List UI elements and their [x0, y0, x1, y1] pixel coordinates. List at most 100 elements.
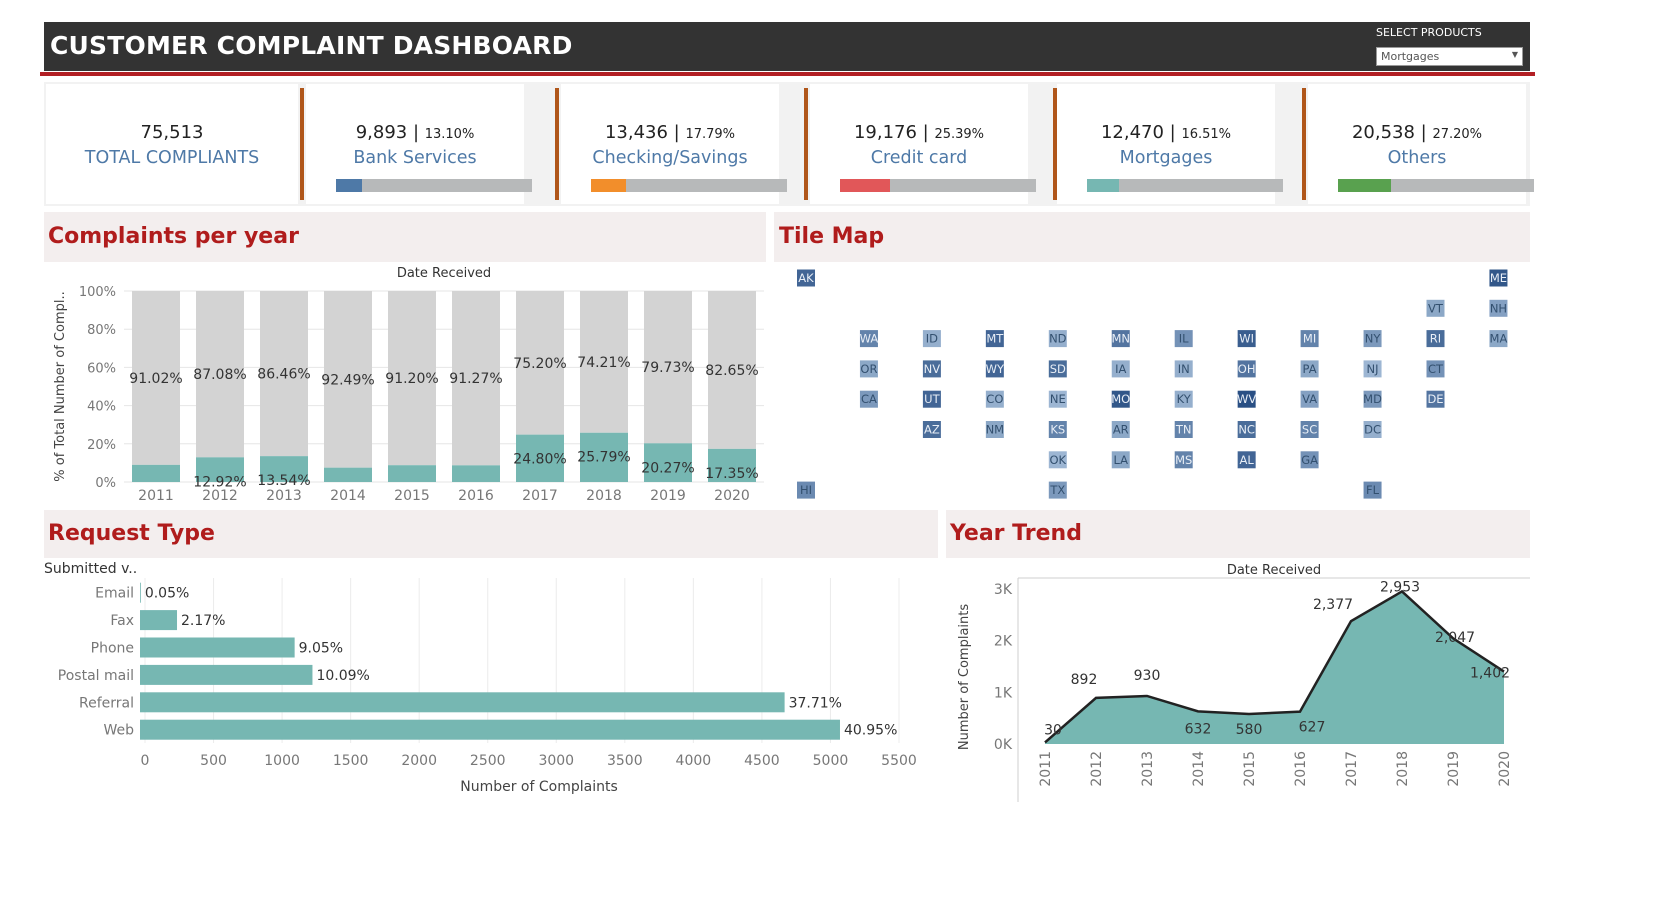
data-label: 2,047 [1435, 630, 1475, 646]
state-label: TX [1049, 483, 1065, 497]
kpi-separator [555, 88, 559, 200]
complaints-per-year-chart: Date Received % of Total Number of Compl.… [44, 262, 766, 506]
kpi-share-bar [591, 179, 787, 192]
kpi-count: 20,538 [1351, 122, 1415, 143]
x-tick-label: 2016 [458, 488, 494, 504]
kpi-percent: 17.79% [685, 127, 736, 142]
y-tick-label: 0% [95, 476, 116, 491]
state-label: TN [1175, 423, 1192, 437]
x-tick-label: 2000 [401, 753, 437, 769]
state-label: OK [1050, 453, 1067, 467]
dashboard-title: CUSTOMER COMPLAINT DASHBOARD [50, 31, 573, 60]
state-label: MI [1303, 332, 1316, 346]
data-label: 92.49% [321, 372, 374, 388]
category-label: Email [95, 586, 134, 602]
data-label: 2.17% [181, 613, 225, 629]
data-label: 20.27% [641, 460, 694, 476]
kpi-count: 9,893 [355, 122, 408, 143]
kpi-card: 20,538 | 27.20% Others [1308, 84, 1534, 204]
bar-segment-bottom [324, 467, 372, 482]
kpi-label: Checking/Savings [592, 148, 748, 168]
data-label: 627 [1299, 720, 1326, 736]
state-label: FL [1366, 483, 1380, 497]
x-tick-label: 2017 [1344, 751, 1360, 787]
kpi-total-value: 75,513 [140, 122, 204, 143]
state-label: MT [986, 332, 1004, 346]
data-label: 17.35% [705, 466, 758, 482]
state-label: DE [1427, 392, 1443, 406]
x-tick-label: 4500 [744, 753, 780, 769]
kpi-value: 19,176 | 25.39% [853, 122, 985, 143]
state-label: KY [1177, 392, 1192, 406]
kpi-count: 13,436 [604, 122, 668, 143]
y-tick-label: 40% [87, 400, 116, 415]
state-label: WA [860, 332, 879, 346]
kpi-separator [804, 88, 808, 200]
kpi-label: Bank Services [353, 148, 477, 168]
data-label: 10.09% [316, 668, 369, 684]
state-label: IN [1178, 362, 1190, 376]
product-select-value: Mortgages [1381, 50, 1440, 63]
data-label: 30 [1044, 722, 1062, 738]
year-trend-title: Year Trend [950, 521, 1082, 546]
data-label: 74.21% [577, 355, 630, 371]
x-tick-label: 2014 [1191, 751, 1207, 787]
x-tick-label: 2015 [1242, 751, 1258, 787]
state-label: NJ [1367, 362, 1379, 376]
state-label: KS [1050, 423, 1065, 437]
category-label: Postal mail [58, 668, 134, 684]
product-select[interactable]: Mortgages ▼ [1376, 47, 1523, 66]
state-label: UT [924, 392, 940, 406]
bar [140, 610, 178, 631]
state-label: NE [1050, 392, 1066, 406]
chevron-down-icon[interactable]: ▼ [1512, 50, 1518, 59]
state-label: OR [860, 362, 877, 376]
state-label: MA [1490, 332, 1508, 346]
kpi-separator [1302, 88, 1306, 200]
bar [140, 582, 141, 603]
state-label: ID [926, 332, 938, 346]
state-label: CT [1428, 362, 1444, 376]
chart-title: Date Received [1227, 563, 1321, 578]
data-label: 37.71% [789, 695, 842, 711]
state-label: SD [1050, 362, 1066, 376]
category-label: Web [103, 723, 134, 739]
x-tick-label: 2019 [650, 488, 686, 504]
kpi-value: 13,436 | 17.79% [604, 122, 736, 143]
x-tick-label: 500 [200, 753, 227, 769]
x-tick-label: 3500 [607, 753, 643, 769]
state-label: MN [1111, 332, 1130, 346]
data-label: 87.08% [193, 367, 246, 383]
state-label: RI [1430, 332, 1441, 346]
tile-map-title: Tile Map [779, 224, 885, 249]
state-label: NH [1490, 301, 1507, 315]
state-label: DC [1364, 423, 1381, 437]
y-tick-label: 0K [994, 737, 1013, 753]
state-label: AR [1113, 423, 1129, 437]
chart-background [774, 262, 1530, 506]
year-trend-chart: Date Received Number of Complaints 0K 1K 2K 3… [946, 558, 1532, 802]
state-label: VT [1428, 301, 1444, 315]
data-label: 2,377 [1313, 597, 1353, 613]
kpi-value: 9,893 | 13.10% [355, 122, 475, 143]
data-label: 91.02% [129, 371, 182, 387]
y-axis-label: Number of Complaints [957, 604, 972, 750]
x-tick-label: 0 [141, 753, 150, 769]
bar [140, 637, 295, 658]
kpi-count: 19,176 [853, 122, 917, 143]
x-tick-label: 2018 [586, 488, 622, 504]
category-label: Referral [79, 695, 134, 711]
x-tick-label: 2500 [470, 753, 506, 769]
tile-map-chart: AK ME VT NH WA ID MT ND MN IL WI MI NY RI MA OR NV WY SD IA… [774, 262, 1530, 506]
kpi-share-bar [336, 179, 532, 192]
complaints-per-year-title: Complaints per year [48, 224, 299, 249]
bar [140, 692, 785, 713]
state-label: WV [1237, 392, 1256, 406]
kpi-share-bar [1338, 179, 1534, 192]
kpi-value: 20,538 | 27.20% [1351, 122, 1483, 143]
x-tick-label: 5000 [813, 753, 849, 769]
kpi-label: Credit card [870, 148, 968, 168]
state-label: GA [1301, 453, 1318, 467]
data-label: 892 [1071, 672, 1098, 688]
y-axis-label: % of Total Number of Compl.. [53, 291, 68, 481]
